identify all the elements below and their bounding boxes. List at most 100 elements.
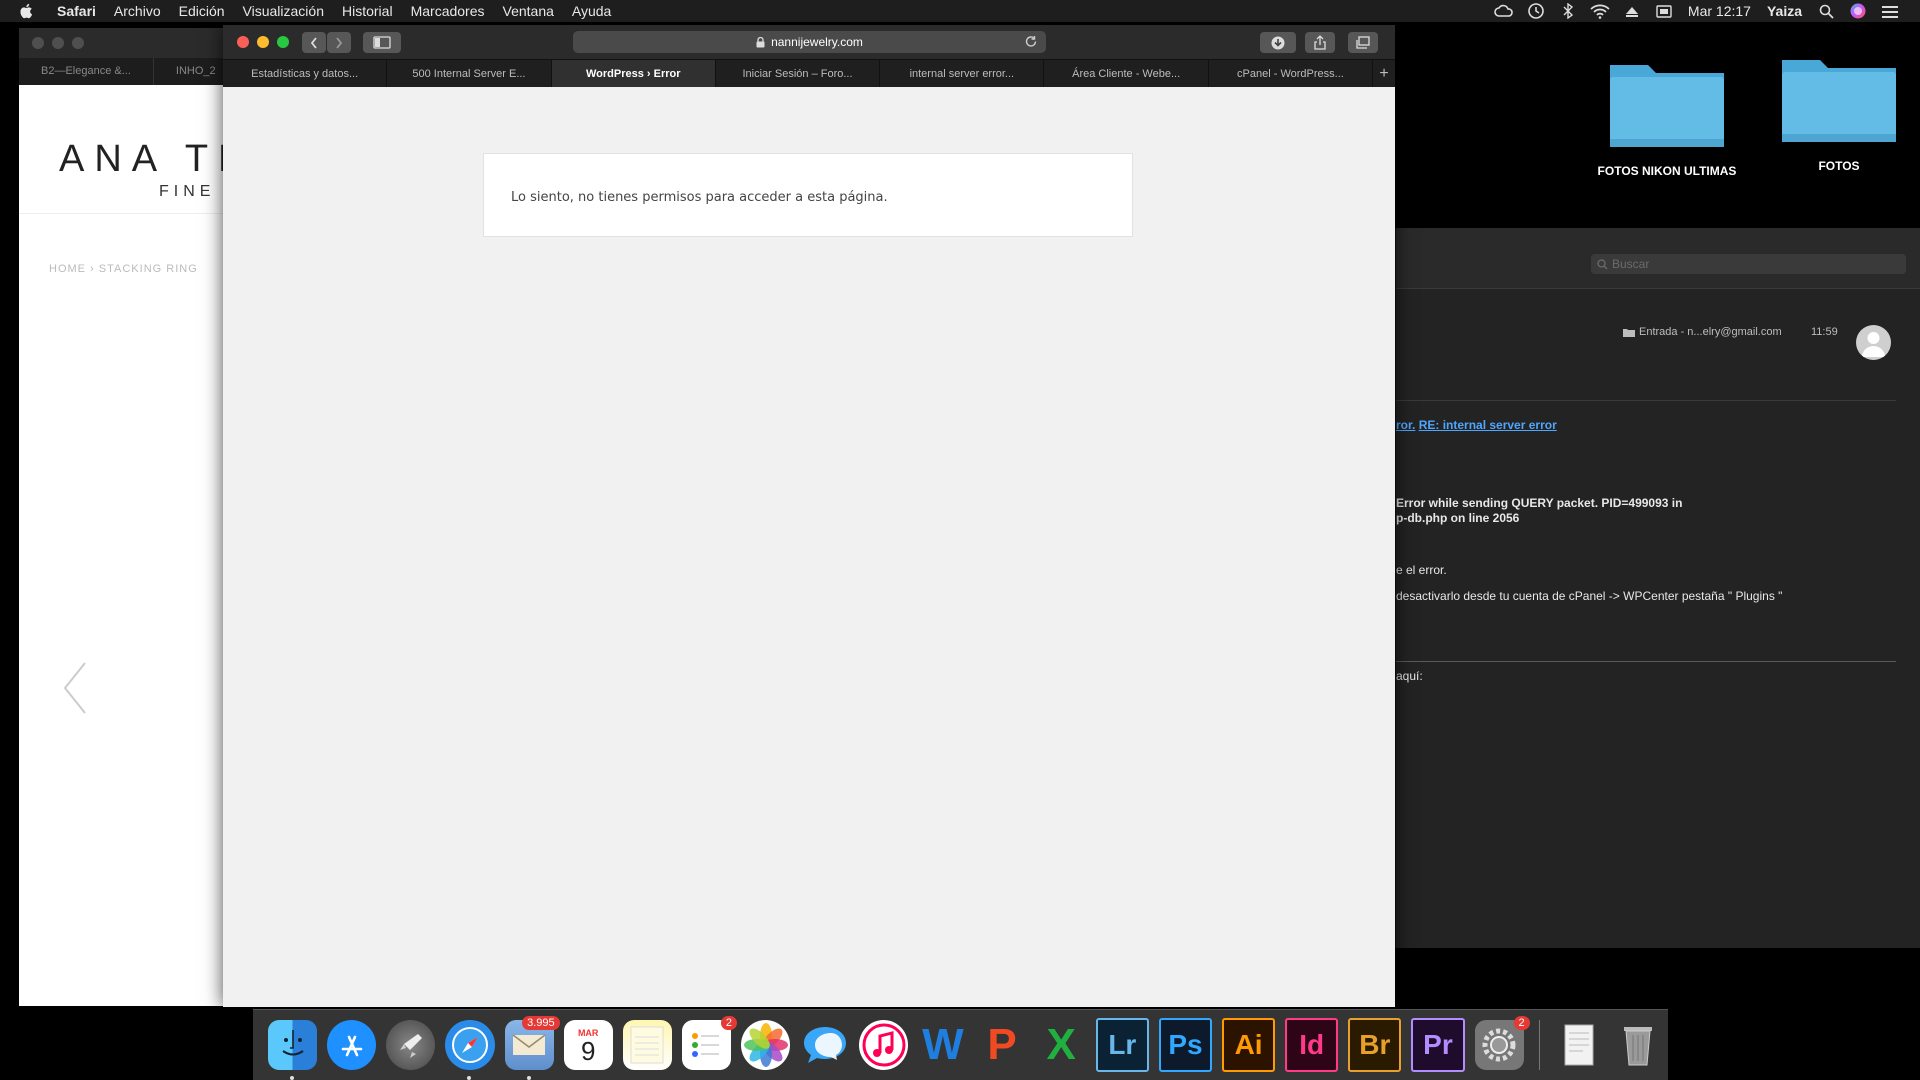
indesign-icon[interactable]: Id xyxy=(1285,1018,1339,1072)
creative-cloud-icon[interactable] xyxy=(1488,0,1520,22)
menu-historial[interactable]: Historial xyxy=(333,3,402,19)
wifi-icon[interactable] xyxy=(1584,0,1616,22)
background-tab[interactable]: B2—Elegance &... xyxy=(19,58,154,85)
close-button[interactable] xyxy=(237,36,249,48)
dock: 3.995 MAR 9 2 W P X Lr Ps Ai Id Br Pr 2 xyxy=(253,1009,1668,1080)
menu-marcadores[interactable]: Marcadores xyxy=(402,3,494,19)
calendar-day: 9 xyxy=(580,1036,596,1066)
error-message-box: Lo siento, no tienes permisos para acced… xyxy=(483,153,1133,237)
mail-link-reply[interactable]: RE: internal server error xyxy=(1419,418,1557,432)
photoshop-icon[interactable]: Ps xyxy=(1158,1018,1212,1072)
minimize-button[interactable] xyxy=(52,37,64,49)
finder-icon[interactable] xyxy=(268,1020,318,1080)
error-message: Lo siento, no tienes permisos para acced… xyxy=(511,190,888,205)
notification-center-icon[interactable] xyxy=(1874,0,1906,22)
mail-link-partial[interactable]: ror. xyxy=(1396,418,1415,432)
user-name[interactable]: Yaiza xyxy=(1759,3,1810,19)
messages-icon[interactable] xyxy=(800,1020,849,1070)
tab-iniciar-sesion[interactable]: Iniciar Sesión – Foro... xyxy=(716,60,881,87)
bluetooth-icon[interactable] xyxy=(1552,0,1584,22)
calendar-icon[interactable]: MAR 9 xyxy=(563,1020,613,1070)
tab-internal-server-error[interactable]: internal server error... xyxy=(880,60,1045,87)
menu-visualizacion[interactable]: Visualización xyxy=(234,3,333,19)
airplay-icon[interactable] xyxy=(1616,0,1648,22)
bridge-icon[interactable]: Br xyxy=(1348,1018,1402,1072)
share-button[interactable] xyxy=(1305,32,1335,53)
mail-icon[interactable]: 3.995 xyxy=(504,1016,560,1080)
mail-toolbar: Buscar xyxy=(1396,228,1920,289)
mail-error-line-2: p-db.php on line 2056 xyxy=(1396,511,1520,525)
chevron-right-icon xyxy=(336,36,343,49)
notes-icon[interactable] xyxy=(622,1020,672,1070)
sidebar-toggle-button[interactable] xyxy=(363,32,401,53)
zoom-button[interactable] xyxy=(72,37,84,49)
siri-icon[interactable] xyxy=(1842,0,1874,22)
illustrator-icon[interactable]: Ai xyxy=(1222,1018,1276,1072)
itunes-icon[interactable] xyxy=(859,1020,909,1070)
app-store-icon[interactable] xyxy=(327,1020,377,1070)
mail-body-line-5: aquí: xyxy=(1396,669,1423,683)
time-machine-icon[interactable] xyxy=(1520,0,1552,22)
forward-button[interactable] xyxy=(327,32,351,53)
photos-icon[interactable] xyxy=(741,1020,791,1070)
page-content: Lo siento, no tienes permisos para acced… xyxy=(223,87,1395,1007)
menu-ventana[interactable]: Ventana xyxy=(494,3,563,19)
folder-icon xyxy=(1782,60,1896,142)
menu-ayuda[interactable]: Ayuda xyxy=(563,3,620,19)
tabs-icon xyxy=(1356,36,1370,49)
tab-wordpress-error[interactable]: WordPress › Error xyxy=(551,60,716,87)
apple-icon[interactable] xyxy=(18,2,36,20)
powerpoint-icon[interactable]: P xyxy=(978,1020,1027,1070)
word-icon[interactable]: W xyxy=(918,1020,967,1070)
lock-icon xyxy=(756,36,765,47)
documents-stack-icon[interactable] xyxy=(1555,1020,1604,1070)
running-indicator xyxy=(467,1076,472,1080)
minimize-button[interactable] xyxy=(257,36,269,48)
tab-cpanel[interactable]: cPanel - WordPress... xyxy=(1209,60,1374,87)
search-placeholder: Buscar xyxy=(1612,257,1650,271)
folder-label: FOTOS NIKON ULTIMAS xyxy=(1597,164,1737,178)
trash-icon[interactable] xyxy=(1614,1020,1663,1070)
address-bar[interactable]: nannijewelry.com xyxy=(573,31,1046,53)
premiere-icon[interactable]: Pr xyxy=(1411,1018,1465,1072)
menu-edicion[interactable]: Edición xyxy=(170,3,234,19)
display-icon[interactable] xyxy=(1648,0,1680,22)
status-tray: Mar 12:17 Yaiza xyxy=(1488,0,1920,22)
zoom-button[interactable] xyxy=(277,36,289,48)
tab-area-cliente[interactable]: Área Cliente - Webe... xyxy=(1044,60,1209,87)
mail-body-line-4: desactivarlo desde tu cuenta de cPanel -… xyxy=(1396,589,1783,603)
reminders-icon[interactable]: 2 xyxy=(681,1016,737,1070)
tab-overview-button[interactable] xyxy=(1348,32,1378,53)
menu-archivo[interactable]: Archivo xyxy=(105,3,170,19)
mail-window: Buscar Entrada - n...elry@gmail.com 11:5… xyxy=(1395,228,1920,948)
system-preferences-icon[interactable]: 2 xyxy=(1474,1016,1530,1070)
window-controls xyxy=(237,36,289,48)
sidebar-icon xyxy=(373,36,391,49)
downloads-button[interactable] xyxy=(1260,32,1296,53)
lightroom-icon[interactable]: Lr xyxy=(1095,1018,1149,1072)
launchpad-icon[interactable] xyxy=(386,1020,436,1070)
mail-body-line-3: e el error. xyxy=(1396,563,1447,577)
close-button[interactable] xyxy=(32,37,44,49)
new-tab-button[interactable]: + xyxy=(1373,60,1395,87)
mail-search-input[interactable]: Buscar xyxy=(1591,254,1906,274)
reload-icon[interactable] xyxy=(1024,35,1038,49)
tab-500-internal[interactable]: 500 Internal Server E... xyxy=(387,60,552,87)
preferences-badge: 2 xyxy=(1513,1016,1530,1030)
folder-label: FOTOS xyxy=(1818,159,1860,173)
search-icon xyxy=(1597,258,1608,269)
mailbox-label: Entrada - n...elry@gmail.com xyxy=(1639,326,1782,338)
safari-icon[interactable] xyxy=(445,1020,495,1080)
back-button[interactable] xyxy=(302,32,326,53)
tab-estadisticas[interactable]: Estadísticas y datos... xyxy=(223,60,388,87)
desktop-folder-fotos[interactable]: FOTOS xyxy=(1759,50,1919,173)
menu-app-safari[interactable]: Safari xyxy=(48,3,105,19)
breadcrumb[interactable]: HOME › STACKING RING xyxy=(49,263,198,275)
mail-error-line-1: Error while sending QUERY packet. PID=49… xyxy=(1396,496,1683,510)
clock-text[interactable]: Mar 12:17 xyxy=(1680,3,1759,19)
desktop-folder-fotos-nikon[interactable]: FOTOS NIKON ULTIMAS xyxy=(1587,55,1747,178)
dock-divider xyxy=(1538,1020,1540,1070)
chevron-left-icon[interactable] xyxy=(57,658,97,718)
excel-icon[interactable]: X xyxy=(1037,1020,1086,1070)
spotlight-search-icon[interactable] xyxy=(1810,0,1842,22)
